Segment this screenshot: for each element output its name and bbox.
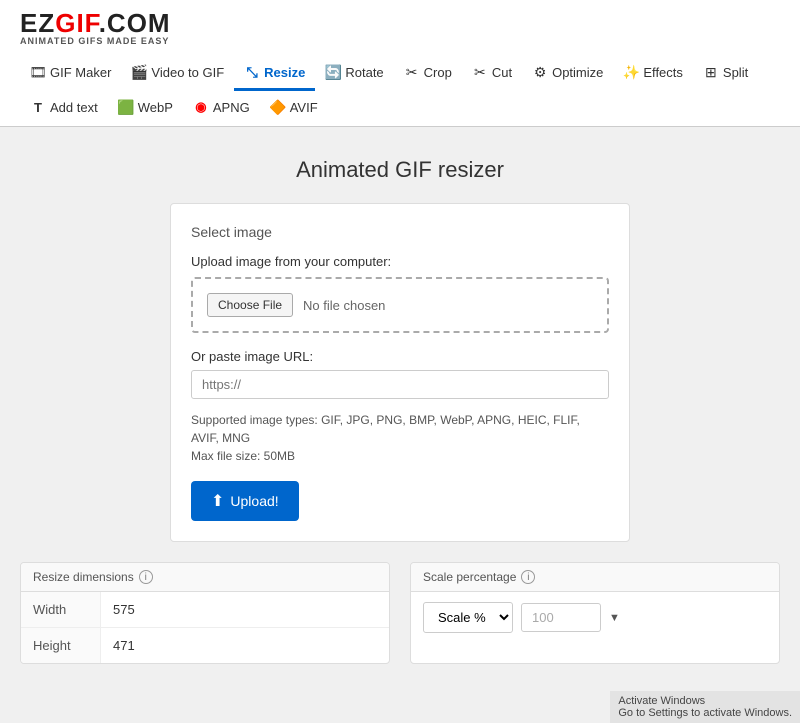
nav-avif[interactable]: 🔶 AVIF bbox=[260, 91, 328, 126]
upload-icon: ⬆ bbox=[211, 491, 224, 511]
nav-cut-label: Cut bbox=[492, 65, 512, 80]
add-text-icon: T bbox=[30, 99, 46, 115]
resize-dimensions-title: Resize dimensions bbox=[33, 570, 134, 584]
optimize-icon: ⚙ bbox=[532, 64, 548, 80]
page-title: Animated GIF resizer bbox=[20, 157, 780, 183]
crop-icon: ✂ bbox=[404, 64, 420, 80]
card-section-title: Select image bbox=[191, 224, 609, 240]
dropdown-arrow-icon: ▼ bbox=[609, 612, 620, 624]
scale-select[interactable]: Scale % bbox=[423, 602, 513, 633]
bottom-section: Resize dimensions i Width 575 Height 471… bbox=[20, 562, 780, 664]
logo-sub: ANIMATED GIFS MADE EASY bbox=[20, 36, 780, 46]
scale-input-row: Scale % ▼ bbox=[411, 592, 779, 643]
height-label: Height bbox=[21, 628, 101, 663]
apng-icon: ◉ bbox=[193, 99, 209, 115]
no-file-text: No file chosen bbox=[303, 298, 385, 313]
upload-button[interactable]: ⬆ Upload! bbox=[191, 481, 299, 521]
rotate-icon: 🔄 bbox=[325, 64, 341, 80]
logo-text: EZGIF.COM bbox=[20, 10, 780, 36]
url-input[interactable] bbox=[191, 370, 609, 399]
nav-webp[interactable]: 🟩 WebP bbox=[108, 91, 183, 126]
nav-gif-maker-label: GIF Maker bbox=[50, 65, 111, 80]
scale-percentage-title: Scale percentage bbox=[423, 570, 516, 584]
resize-icon: ⤡ bbox=[244, 64, 260, 80]
nav-add-text[interactable]: T Add text bbox=[20, 91, 108, 126]
nav-gif-maker[interactable]: 🎞 GIF Maker bbox=[20, 56, 121, 91]
windows-activate-notice: Activate Windows Go to Settings to activ… bbox=[610, 691, 800, 723]
nav-webp-label: WebP bbox=[138, 100, 173, 115]
split-icon: ⊞ bbox=[703, 64, 719, 80]
choose-file-button[interactable]: Choose File bbox=[207, 293, 293, 317]
scale-value-input[interactable] bbox=[521, 603, 601, 632]
nav-resize[interactable]: ⤡ Resize bbox=[234, 56, 315, 91]
nav-cut[interactable]: ✂ Cut bbox=[462, 56, 522, 91]
height-value: 471 bbox=[101, 628, 389, 663]
scale-percentage-header: Scale percentage i bbox=[411, 563, 779, 592]
resize-dimensions-info-icon[interactable]: i bbox=[139, 570, 153, 584]
nav-bar: 🎞 GIF Maker 🎬 Video to GIF ⤡ Resize 🔄 Ro… bbox=[20, 56, 780, 126]
settings-text: Go to Settings to activate Windows. bbox=[618, 707, 792, 719]
width-row: Width 575 bbox=[21, 592, 389, 628]
upload-label: Upload image from your computer: bbox=[191, 254, 609, 269]
width-value: 575 bbox=[101, 592, 389, 627]
nav-video-to-gif-label: Video to GIF bbox=[151, 65, 224, 80]
nav-crop-label: Crop bbox=[424, 65, 452, 80]
logo-ez: EZ bbox=[20, 8, 55, 38]
nav-rotate-label: Rotate bbox=[345, 65, 383, 80]
scale-percentage-panel: Scale percentage i Scale % ▼ bbox=[410, 562, 780, 664]
nav-effects[interactable]: ✨ Effects bbox=[613, 56, 693, 91]
nav-video-to-gif[interactable]: 🎬 Video to GIF bbox=[121, 56, 234, 91]
nav-split[interactable]: ⊞ Split bbox=[693, 56, 758, 91]
nav-optimize-label: Optimize bbox=[552, 65, 603, 80]
url-label: Or paste image URL: bbox=[191, 349, 609, 364]
resize-dimensions-header: Resize dimensions i bbox=[21, 563, 389, 592]
nav-optimize[interactable]: ⚙ Optimize bbox=[522, 56, 613, 91]
video-to-gif-icon: 🎬 bbox=[131, 64, 147, 80]
nav-add-text-label: Add text bbox=[50, 100, 98, 115]
file-input-area: Choose File No file chosen bbox=[191, 277, 609, 333]
upload-btn-label: Upload! bbox=[230, 493, 278, 509]
avif-icon: 🔶 bbox=[270, 99, 286, 115]
scale-percentage-info-icon[interactable]: i bbox=[521, 570, 535, 584]
header: EZGIF.COM ANIMATED GIFS MADE EASY 🎞 GIF … bbox=[0, 0, 800, 127]
cut-icon: ✂ bbox=[472, 64, 488, 80]
resize-dimensions-panel: Resize dimensions i Width 575 Height 471 bbox=[20, 562, 390, 664]
nav-effects-label: Effects bbox=[643, 65, 683, 80]
nav-apng[interactable]: ◉ APNG bbox=[183, 91, 260, 126]
logo-gif: GIF bbox=[55, 8, 98, 38]
logo-com: .COM bbox=[99, 8, 171, 38]
height-row: Height 471 bbox=[21, 628, 389, 663]
webp-icon: 🟩 bbox=[118, 99, 134, 115]
nav-crop[interactable]: ✂ Crop bbox=[394, 56, 462, 91]
nav-rotate[interactable]: 🔄 Rotate bbox=[315, 56, 393, 91]
upload-card: Select image Upload image from your comp… bbox=[170, 203, 630, 542]
effects-icon: ✨ bbox=[623, 64, 639, 80]
supported-text: Supported image types: GIF, JPG, PNG, BM… bbox=[191, 411, 609, 465]
logo-area: EZGIF.COM ANIMATED GIFS MADE EASY bbox=[20, 10, 780, 46]
width-label: Width bbox=[21, 592, 101, 627]
activate-windows-text: Activate Windows bbox=[618, 695, 705, 707]
nav-resize-label: Resize bbox=[264, 65, 305, 80]
main-content: Animated GIF resizer Select image Upload… bbox=[0, 127, 800, 694]
gif-maker-icon: 🎞 bbox=[30, 64, 46, 80]
nav-split-label: Split bbox=[723, 65, 748, 80]
nav-avif-label: AVIF bbox=[290, 100, 318, 115]
nav-apng-label: APNG bbox=[213, 100, 250, 115]
